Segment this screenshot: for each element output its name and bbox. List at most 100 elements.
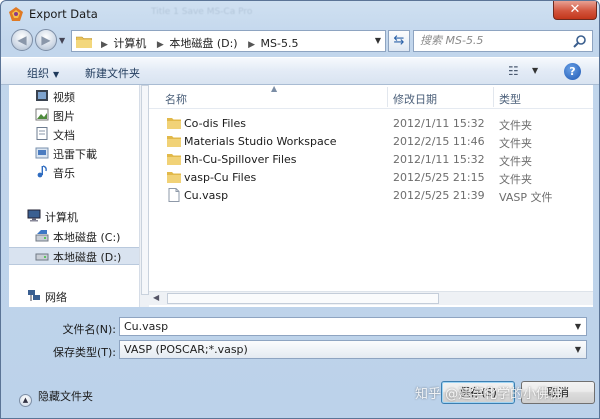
network-icon: [28, 290, 40, 301]
sidebar-item-label: 文档: [53, 129, 75, 142]
help-button[interactable]: ?: [564, 63, 581, 80]
help-icon: ?: [569, 65, 576, 78]
close-icon: ✕: [569, 2, 581, 17]
file-type: 文件夹: [499, 155, 532, 168]
file-icon: [168, 188, 180, 202]
view-options-icon[interactable]: ☷: [508, 64, 519, 78]
file-type: VASP 文件: [499, 191, 553, 204]
search-icon[interactable]: [573, 34, 587, 48]
back-button[interactable]: ◀: [11, 29, 33, 51]
close-button[interactable]: ✕: [553, 1, 597, 20]
file-date: 2012/1/11 15:32: [393, 117, 485, 130]
file-name: Cu.vasp: [184, 189, 229, 202]
breadcrumb-separator-icon[interactable]: ▶: [248, 40, 255, 50]
chevron-down-icon: ▼: [53, 70, 60, 79]
file-row-rh-cu-spillover-files[interactable]: Rh-Cu-Spillover Files 2012/1/11 15:32 文件…: [149, 151, 593, 169]
scroll-left-icon[interactable]: ◀: [153, 293, 159, 302]
drive-c-icon: [35, 230, 49, 242]
file-name: Rh-Cu-Spillover Files: [184, 153, 297, 166]
watermark: 知乎 @建宇化学的小佛佛: [415, 387, 563, 402]
column-header-name[interactable]: 名称: [165, 91, 187, 107]
video-icon: [36, 90, 48, 101]
command-toolbar: 组织 ▼ 新建文件夹 ☷ ▼ ?: [1, 57, 599, 85]
sidebar-item-label: 迅雷下載: [53, 148, 97, 161]
file-name: Materials Studio Workspace: [184, 135, 337, 148]
filetype-value: VASP (POSCAR;*.vasp): [124, 343, 248, 356]
breadcrumb: ▶ 计算机 ▶ 本地磁盘 (D:) ▶ MS-5.5: [96, 35, 300, 51]
filename-field[interactable]: Cu.vasp ▼: [119, 317, 587, 336]
horizontal-scrollbar-thumb[interactable]: [167, 293, 439, 304]
file-type: 文件夹: [499, 119, 532, 132]
forward-arrow-icon: ▶: [41, 33, 51, 47]
title-bar: Export Data Title 1 Save MS-Ca Pro ✕: [1, 1, 599, 27]
breadcrumb-separator-icon[interactable]: ▶: [101, 40, 108, 50]
chevron-up-icon: ▲: [19, 394, 32, 407]
sort-ascending-icon: ▲: [271, 84, 278, 93]
filename-label: 文件名(N):: [62, 323, 116, 336]
file-date: 2012/5/25 21:15: [393, 171, 485, 184]
column-header-type[interactable]: 类型: [499, 91, 521, 107]
filetype-select[interactable]: VASP (POSCAR;*.vasp) ▼: [119, 340, 587, 359]
new-folder-button[interactable]: 新建文件夹: [85, 65, 140, 81]
new-folder-label: 新建文件夹: [85, 67, 140, 80]
column-headers: 名称 ▲ 修改日期 类型: [149, 84, 593, 109]
download-folder-icon: [35, 147, 49, 159]
navigation-bar: ◀ ▶ ▼ ▶ 计算机 ▶ 本地磁盘 (D:) ▶ MS-5.5 ▼ ⇆: [1, 27, 599, 55]
file-name: Co-dis Files: [184, 117, 246, 130]
file-row-cu-vasp[interactable]: Cu.vasp 2012/5/25 21:39 VASP 文件: [149, 187, 593, 205]
breadcrumb-ms-5-5[interactable]: MS-5.5: [261, 37, 299, 50]
file-type: 文件夹: [499, 173, 532, 186]
picture-icon: [35, 108, 49, 121]
organize-button[interactable]: 组织 ▼: [27, 65, 59, 81]
sidebar-item-label: 视频: [53, 91, 75, 104]
filetype-label: 保存类型(T):: [52, 346, 116, 359]
folder-icon: [167, 118, 181, 129]
recent-locations-dropdown-icon[interactable]: ▼: [59, 36, 65, 45]
column-divider[interactable]: [387, 87, 388, 107]
file-type: 文件夹: [499, 137, 532, 150]
file-row-materials-studio-workspace[interactable]: Materials Studio Workspace 2012/2/15 11:…: [149, 133, 593, 151]
drive-d-icon: [35, 253, 49, 261]
forward-button[interactable]: ▶: [35, 29, 57, 51]
filename-value: Cu.vasp: [124, 320, 169, 333]
folder-icon: [167, 172, 181, 183]
folder-icon: [76, 36, 92, 48]
column-divider[interactable]: [493, 87, 494, 107]
file-row-vasp-cu-files[interactable]: vasp-Cu Files 2012/5/25 21:15 文件夹: [149, 169, 593, 187]
file-date: 2012/2/15 11:46: [393, 135, 485, 148]
search-box[interactable]: [413, 30, 593, 52]
address-bar[interactable]: ▶ 计算机 ▶ 本地磁盘 (D:) ▶ MS-5.5 ▼: [71, 30, 386, 52]
music-icon: [37, 165, 47, 178]
export-dialog: Export Data Title 1 Save MS-Ca Pro ✕ ◀ ▶…: [0, 0, 600, 419]
sidebar-item-label: 本地磁盘 (D:): [53, 251, 122, 264]
document-icon: [36, 127, 48, 140]
refresh-button[interactable]: ⇆: [388, 30, 410, 52]
column-header-date[interactable]: 修改日期: [393, 91, 437, 107]
chevron-down-icon[interactable]: ▼: [575, 322, 581, 331]
file-date: 2012/5/25 21:39: [393, 189, 485, 202]
folder-icon: [167, 154, 181, 165]
app-icon: [9, 7, 23, 21]
file-row-co-dis-files[interactable]: Co-dis Files 2012/1/11 15:32 文件夹: [149, 115, 593, 133]
sidebar-scrollbar[interactable]: [139, 85, 149, 307]
file-name: vasp-Cu Files: [184, 171, 257, 184]
search-input[interactable]: [420, 34, 565, 47]
computer-icon: [27, 209, 41, 222]
organize-label: 组织: [27, 67, 49, 80]
hide-folders-toggle[interactable]: ▲ 隐藏文件夹: [19, 388, 93, 407]
chevron-down-icon[interactable]: ▼: [575, 345, 581, 354]
breadcrumb-computer[interactable]: 计算机: [113, 37, 146, 50]
sidebar-item-label: 图片: [53, 110, 75, 123]
sidebar-scrollbar-thumb[interactable]: [141, 85, 149, 295]
blurred-background-text: Title 1 Save MS-Ca Pro: [151, 7, 253, 17]
breadcrumb-separator-icon[interactable]: ▶: [157, 40, 164, 50]
sidebar-item-label: 计算机: [45, 211, 78, 224]
sidebar-item-drive-d[interactable]: 本地磁盘 (D:): [9, 247, 147, 265]
sidebar-item-label: 网络: [45, 291, 67, 304]
navigation-pane: 视频 图片 文档 迅雷下載 音乐 计算机 本地磁盘 (C:) 本地磁盘 (D:)…: [9, 85, 148, 307]
address-dropdown-icon[interactable]: ▼: [375, 36, 381, 45]
horizontal-scrollbar[interactable]: ◀: [149, 291, 593, 305]
view-dropdown-icon[interactable]: ▼: [532, 66, 538, 75]
hide-folders-label: 隐藏文件夹: [38, 390, 93, 403]
breadcrumb-drive-d[interactable]: 本地磁盘 (D:): [169, 37, 237, 50]
